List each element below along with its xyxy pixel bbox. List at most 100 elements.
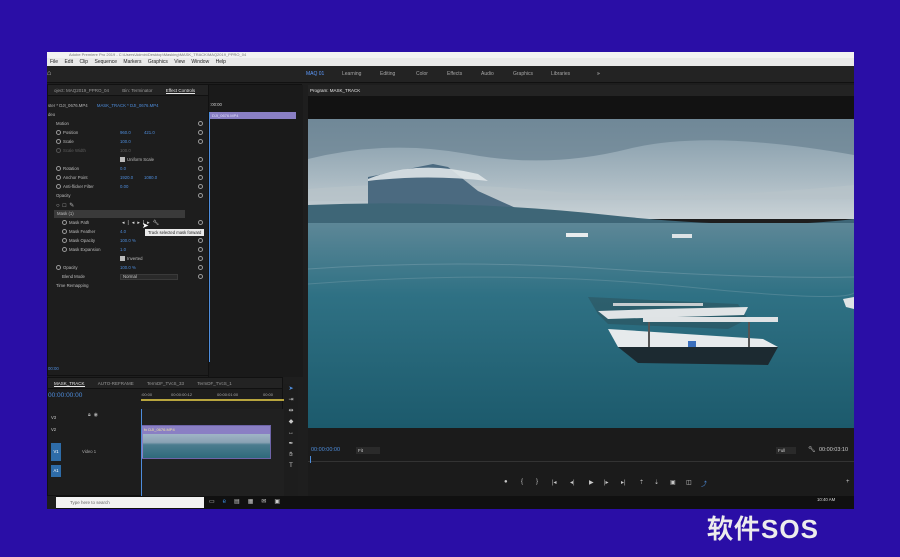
tab-effect-controls[interactable]: Effect Controls — [165, 88, 196, 94]
mask-opacity-row[interactable]: Mask Opacity 100.0 % — [48, 237, 208, 245]
workspace-maq01[interactable]: MAQ 01 — [306, 71, 324, 77]
stopwatch-icon[interactable] — [56, 184, 61, 190]
program-video-frame[interactable] — [308, 119, 854, 428]
track-v2[interactable]: V2 — [51, 427, 56, 432]
time-remap-row[interactable]: Time Remapping — [48, 282, 208, 290]
track-a1[interactable]: A1 — [51, 465, 61, 477]
taskbar-search[interactable]: Type here to search — [56, 497, 204, 508]
mask-path-row[interactable]: Mask Path ◂|◂▸|▸🔧︎ — [48, 219, 208, 227]
stopwatch-icon[interactable] — [62, 247, 67, 253]
tab-bin-terminator[interactable]: Bin: Terminator — [122, 88, 152, 93]
workspace-more-button[interactable]: » — [597, 71, 600, 77]
settings-wrench-icon[interactable]: 🔧︎ — [808, 446, 816, 453]
workspace-learning[interactable]: Learning — [342, 71, 361, 77]
start-button[interactable] — [47, 496, 56, 509]
task-view-icon[interactable]: ▭ — [209, 499, 223, 505]
position-x-value[interactable]: 960.0 — [120, 129, 131, 137]
anchor-x-value[interactable]: 1920.0 — [120, 174, 133, 182]
ec-playhead[interactable] — [209, 112, 210, 362]
stopwatch-icon[interactable] — [56, 139, 61, 145]
button-editor-icon[interactable]: ⤴ — [701, 479, 707, 488]
selection-tool-icon[interactable]: ➤ — [284, 384, 298, 395]
file-explorer-icon[interactable]: ▤ — [234, 499, 248, 505]
workspace-editing[interactable]: Editing — [380, 71, 395, 77]
mask-feather-value[interactable]: 4.0 — [120, 228, 126, 236]
menu-window[interactable]: Window — [191, 59, 209, 65]
ec-opacity-section[interactable]: Opacity — [48, 192, 208, 200]
stopwatch-icon[interactable] — [56, 265, 61, 271]
timeline-timecode[interactable]: 00:00:00:00 — [48, 392, 82, 399]
ripple-edit-tool-icon[interactable]: ⇹ — [284, 406, 298, 417]
menu-clip[interactable]: Clip — [79, 59, 88, 65]
stopwatch-icon[interactable] — [62, 238, 67, 244]
store-icon[interactable]: ▦ — [248, 499, 262, 505]
go-to-out-icon[interactable]: ▸| — [621, 479, 626, 486]
taskbar-clock[interactable]: 10:40 AM — [817, 497, 835, 502]
go-to-in-icon[interactable]: |◂ — [552, 479, 557, 486]
add-marker-icon[interactable]: ● — [504, 479, 508, 485]
inverted-checkbox[interactable] — [120, 256, 125, 262]
ec-clip-bar[interactable]: DJI_0676.MP4 — [210, 112, 296, 119]
stopwatch-icon[interactable] — [56, 175, 61, 181]
extract-icon[interactable]: ⇣ — [654, 479, 659, 486]
ellipse-mask-icon[interactable]: ○ — [56, 203, 63, 209]
menu-sequence[interactable]: Sequence — [94, 59, 117, 65]
eye-icon[interactable]: ◉ — [94, 412, 101, 418]
hand-tool-icon[interactable]: ✋︎ — [284, 450, 298, 461]
blend-mode-select[interactable]: Normal — [120, 274, 178, 280]
mask-opacity-value[interactable]: 100.0 % — [120, 237, 136, 245]
quality-select[interactable]: Full — [776, 447, 796, 454]
ec-sequence-clip[interactable]: MASK_TRACK * DJI_0676.MP4 — [97, 103, 159, 108]
ec-anchor-row[interactable]: Anchor Point 1920.0 1080.0 — [48, 174, 208, 182]
razor-tool-icon[interactable]: ◆ — [284, 417, 298, 428]
mail-icon[interactable]: ✉ — [261, 499, 274, 505]
video-clip[interactable]: fx DJI_0676.MP4 — [141, 425, 271, 459]
ec-antiflicker-row[interactable]: Anti-flicker Filter 0.00 — [48, 183, 208, 191]
opacity-row[interactable]: Opacity 100.0 % — [48, 264, 208, 272]
track-v1[interactable]: V1 — [51, 443, 61, 461]
workspace-graphics[interactable]: Graphics — [513, 71, 533, 77]
premiere-app-icon[interactable]: ▣ — [274, 499, 288, 505]
reset-icon[interactable] — [198, 121, 203, 126]
step-forward-icon[interactable]: |▸ — [604, 479, 609, 486]
mark-out-icon[interactable]: } — [536, 479, 538, 485]
menu-file[interactable]: File — [50, 59, 58, 65]
tab-mask-track[interactable]: MASK_TRACK — [54, 381, 85, 387]
position-y-value[interactable]: 421.0 — [144, 129, 155, 137]
ec-master-clip[interactable]: ster * DJI_0676.MP4 — [48, 103, 88, 108]
add-button-icon[interactable]: + — [846, 479, 850, 485]
fit-select[interactable]: Fit — [356, 447, 380, 454]
program-scrubber[interactable] — [308, 456, 854, 463]
menu-view[interactable]: View — [174, 59, 185, 65]
slip-tool-icon[interactable]: ↔ — [284, 428, 298, 439]
track-select-tool-icon[interactable]: ⇥ — [284, 395, 298, 406]
workspace-audio[interactable]: Audio — [481, 71, 494, 77]
program-monitor-title[interactable]: Program: MASK_TRACK — [310, 88, 360, 93]
home-icon[interactable]: ⌂ — [47, 70, 51, 77]
ec-motion-row[interactable]: Motion — [48, 120, 208, 128]
ec-scale-row[interactable]: Scale 100.0 — [48, 138, 208, 146]
tab-termdf-33[interactable]: TermDF_TVcS_33 — [147, 381, 184, 386]
uniform-scale-checkbox[interactable] — [120, 157, 125, 163]
menu-graphics[interactable]: Graphics — [148, 59, 168, 65]
menu-markers[interactable]: Markers — [123, 59, 141, 65]
workspace-color[interactable]: Color — [416, 71, 428, 77]
stopwatch-icon[interactable] — [62, 229, 67, 235]
pen-tool-icon[interactable]: ✒ — [284, 439, 298, 450]
mask-name-row[interactable]: Mask (1) — [54, 210, 185, 218]
mark-in-icon[interactable]: { — [521, 479, 523, 485]
ec-rotation-row[interactable]: Rotation 0.0 — [48, 165, 208, 173]
workspace-effects[interactable]: Effects — [447, 71, 462, 77]
type-tool-icon[interactable]: T — [284, 461, 298, 472]
rotation-value[interactable]: 0.0 — [120, 165, 126, 173]
stopwatch-icon[interactable] — [56, 166, 61, 172]
edge-icon[interactable]: e — [223, 499, 234, 505]
menu-help[interactable]: Help — [216, 59, 226, 65]
ec-position-row[interactable]: Position 960.0 421.0 — [48, 129, 208, 137]
step-back-icon[interactable]: ◂| — [570, 479, 575, 486]
lift-icon[interactable]: ⇡ — [639, 479, 644, 486]
tab-termdf-1[interactable]: TermDF_TVcS_1 — [197, 381, 232, 386]
workspace-libraries[interactable]: Libraries — [551, 71, 570, 77]
anchor-y-value[interactable]: 1080.0 — [144, 174, 157, 182]
opacity-value[interactable]: 100.0 % — [120, 264, 136, 272]
